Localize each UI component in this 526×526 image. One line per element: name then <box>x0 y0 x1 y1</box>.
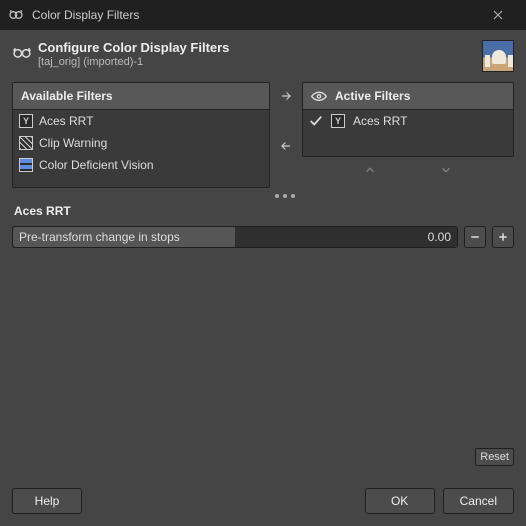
move-down-button[interactable] <box>439 163 453 182</box>
available-filter-label: Color Deficient Vision <box>39 158 154 172</box>
titlebar: Color Display Filters <box>0 0 526 30</box>
stops-label: Pre-transform change in stops <box>19 230 180 244</box>
available-filters-panel: Available Filters Y Aces RRT Clip Warnin… <box>12 82 270 188</box>
available-filter-item[interactable]: Color Deficient Vision <box>13 154 269 176</box>
stops-value: 0.00 <box>428 230 451 244</box>
filter-icon: Y <box>331 114 345 128</box>
dialog-header: Configure Color Display Filters [taj_ori… <box>12 40 514 72</box>
close-button[interactable] <box>478 0 518 30</box>
active-filters-panel: Active Filters Y Aces RRT <box>302 82 514 157</box>
selected-filter-name: Aces RRT <box>14 204 514 218</box>
dialog-subtitle: [taj_orig] (imported)-1 <box>38 56 229 68</box>
filter-icon: Y <box>19 114 33 128</box>
window-title: Color Display Filters <box>32 8 139 22</box>
visibility-icon <box>311 90 327 102</box>
available-filter-label: Clip Warning <box>39 136 107 150</box>
available-filter-label: Aces RRT <box>39 114 93 128</box>
available-filter-item[interactable]: Clip Warning <box>13 132 269 154</box>
ok-button[interactable]: OK <box>365 488 435 514</box>
move-up-button[interactable] <box>363 163 377 182</box>
grip-handle-icon[interactable] <box>270 194 300 198</box>
image-thumbnail <box>482 40 514 72</box>
available-filter-item[interactable]: Y Aces RRT <box>13 110 269 132</box>
remove-filter-button[interactable] <box>277 137 295 155</box>
app-icon <box>8 7 24 23</box>
help-button[interactable]: Help <box>12 488 82 514</box>
add-filter-button[interactable] <box>277 87 295 105</box>
stops-slider[interactable]: Pre-transform change in stops 0.00 <box>12 226 458 248</box>
active-filters-heading: Active Filters <box>335 89 410 103</box>
filter-icon <box>19 136 33 150</box>
active-filter-item[interactable]: Y Aces RRT <box>303 110 513 132</box>
reset-button[interactable]: Reset <box>475 448 514 466</box>
dialog-title: Configure Color Display Filters <box>38 40 229 55</box>
cancel-button[interactable]: Cancel <box>443 488 514 514</box>
decrement-button[interactable] <box>464 226 486 248</box>
check-icon[interactable] <box>309 114 323 128</box>
active-filter-label: Aces RRT <box>353 114 407 128</box>
glasses-icon <box>12 42 32 62</box>
filter-icon <box>19 158 33 172</box>
available-filters-heading: Available Filters <box>13 83 269 110</box>
increment-button[interactable] <box>492 226 514 248</box>
